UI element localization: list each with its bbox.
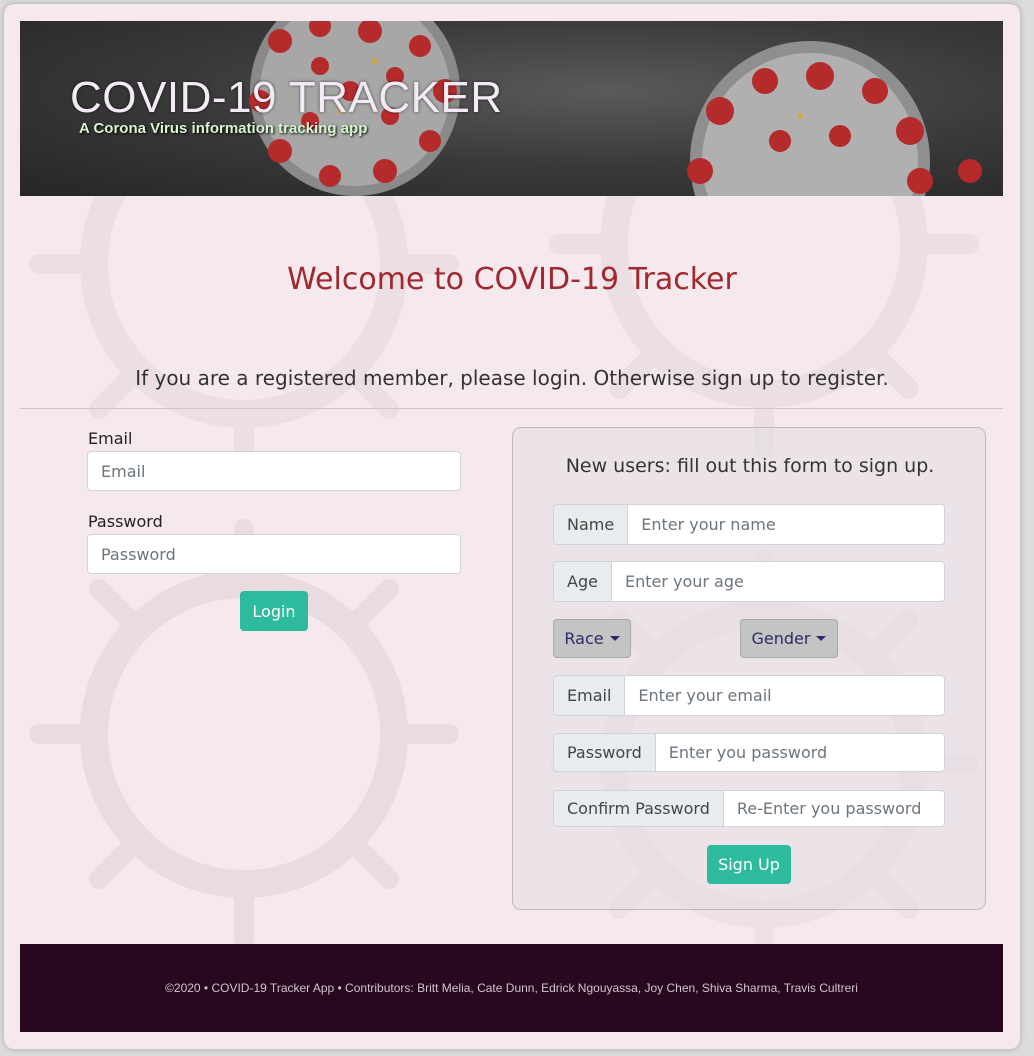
confirm-password-input[interactable] — [722, 790, 945, 827]
signup-email-label: Email — [553, 675, 625, 716]
age-label: Age — [553, 561, 611, 602]
race-dropdown-button[interactable]: Race — [553, 619, 631, 658]
signup-button[interactable]: Sign Up — [707, 845, 791, 884]
signup-title: New users: fill out this form to sign up… — [565, 455, 935, 477]
instructions-text: If you are a registered member, please l… — [135, 366, 889, 390]
confirm-password-label: Confirm Password — [553, 790, 723, 827]
age-input[interactable] — [610, 561, 945, 602]
email-input-group: Email — [553, 675, 945, 716]
login-email-input[interactable] — [87, 451, 461, 491]
caret-down-icon — [609, 636, 620, 641]
password-input-group: Password — [553, 733, 945, 772]
welcome-heading: Welcome to COVID-19 Tracker — [287, 262, 737, 297]
signup-email-input[interactable] — [624, 675, 945, 716]
divider — [20, 408, 1003, 409]
login-button[interactable]: Login — [240, 591, 308, 631]
header-banner: COVID-19 TRACKER A Corona Virus informat… — [20, 21, 1003, 196]
name-input-group: Name — [553, 504, 945, 545]
login-email-label: Email — [88, 429, 133, 448]
app-subtitle: A Corona Virus information tracking app — [79, 120, 368, 137]
name-label: Name — [553, 504, 628, 545]
caret-down-icon — [816, 636, 827, 641]
app-title: COVID-19 TRACKER — [70, 73, 503, 122]
login-password-label: Password — [88, 512, 163, 531]
gender-dropdown-label: Gender — [751, 629, 811, 648]
race-dropdown-label: Race — [564, 629, 604, 648]
gender-dropdown-button[interactable]: Gender — [740, 619, 838, 658]
signup-password-input[interactable] — [654, 733, 945, 772]
page-frame: COVID-19 TRACKER A Corona Virus informat… — [4, 4, 1020, 1049]
signup-password-label: Password — [553, 733, 655, 772]
age-input-group: Age — [553, 561, 945, 602]
confirm-password-input-group: Confirm Password — [553, 790, 945, 827]
name-input[interactable] — [627, 504, 945, 545]
footer: ©2020 • COVID-19 Tracker App • Contribut… — [20, 944, 1003, 1032]
signup-card: New users: fill out this form to sign up… — [512, 427, 986, 910]
login-password-input[interactable] — [87, 534, 461, 574]
